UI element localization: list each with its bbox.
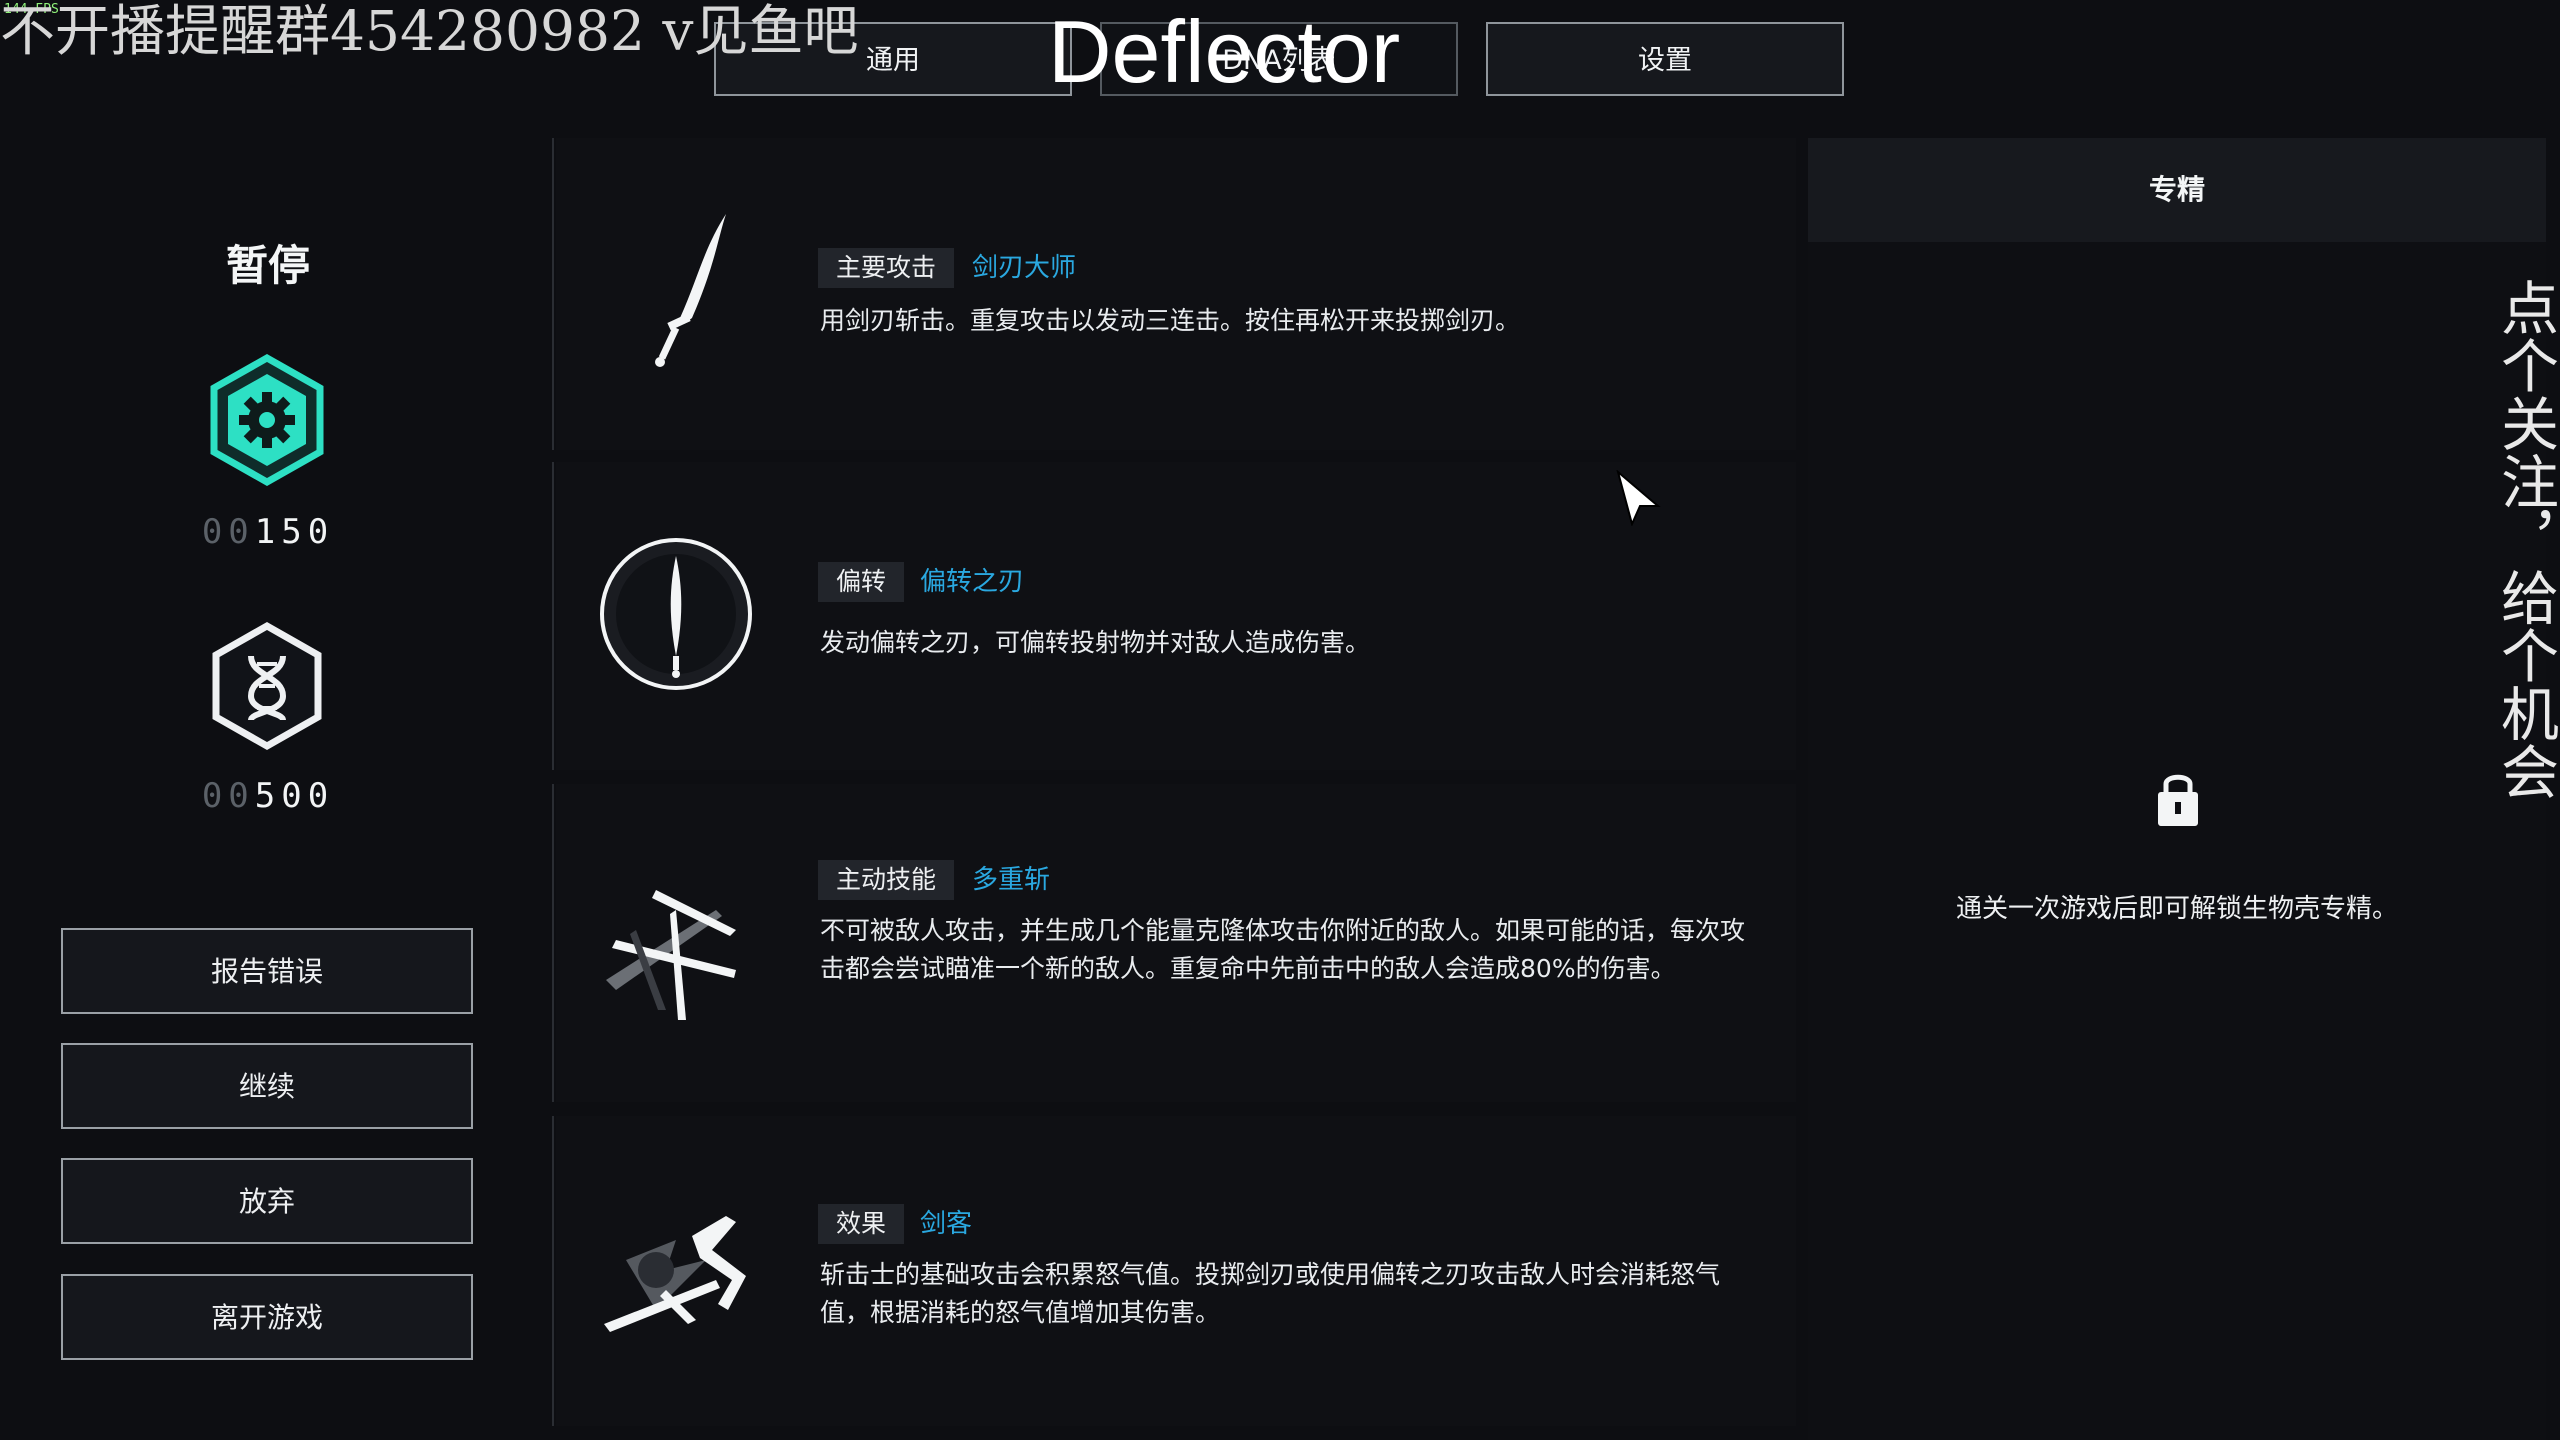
counter-padding: 00 [201, 776, 255, 816]
dna-currency-counter: 00500 [0, 776, 536, 816]
deflect-shield-icon [600, 538, 752, 690]
card-divider [552, 462, 554, 770]
ability-name: 偏转之刃 [920, 567, 1025, 597]
mastery-panel [1808, 242, 2546, 1440]
report-bug-button[interactable]: 报告错误 [61, 928, 473, 1014]
ability-card[interactable]: 主要攻击 剑刃大师 用剑刃斩击。重复攻击以发动三连击。按住再松开来投掷剑刃。 [556, 138, 1796, 450]
ability-card[interactable]: 偏转 偏转之刃 发动偏转之刃，可偏转投射物并对敌人造成伤害。 [556, 462, 1796, 770]
card-divider [552, 784, 554, 1102]
overlay-title: Deflector [1048, 2, 1401, 101]
ability-type-tag: 效果 [818, 1204, 905, 1244]
ability-card[interactable]: 主动技能 多重斩 不可被敌人攻击，并生成几个能量克隆体攻击你附近的敌人。如果可能… [556, 784, 1796, 1102]
blade-icon [655, 214, 726, 367]
gear-currency-counter: 00150 [0, 512, 536, 552]
ability-type-tag: 偏转 [818, 562, 905, 602]
dna-currency-icon [212, 621, 322, 751]
stream-vertical-note: 点个关注，给个机会 [2491, 278, 2559, 800]
counter-padding: 00 [201, 512, 255, 552]
quit-game-button[interactable]: 离开游戏 [61, 1274, 473, 1360]
card-divider [552, 1116, 554, 1426]
continue-button[interactable]: 继续 [61, 1043, 473, 1129]
lock-icon [2158, 774, 2198, 826]
ability-name: 剑客 [920, 1209, 973, 1239]
tab-settings[interactable]: 设置 [1486, 22, 1844, 96]
multi-slash-icon [606, 890, 736, 1020]
gear-currency-icon [210, 354, 324, 486]
mastery-unlock-hint: 通关一次游戏后即可解锁生物壳专精。 [1955, 894, 2398, 924]
mouse-cursor-icon [1616, 470, 1661, 526]
ability-type-tag: 主动技能 [818, 860, 955, 900]
abandon-button[interactable]: 放弃 [61, 1158, 473, 1244]
pause-screen: 144 FPS 通用 DNA列表 设置 不开播提醒群454280982 v见鱼吧… [0, 0, 2560, 1440]
dna-currency-value: 500 [254, 776, 335, 816]
paused-title: 暂停 [225, 241, 310, 290]
ability-name: 多重斩 [972, 865, 1051, 895]
gear-currency-value: 150 [254, 512, 335, 552]
pause-panel: 暂停 00150 00500 报告错误 继续 放弃 离开游戏 [0, 124, 540, 1440]
stream-overlay-text: 不开播提醒群454280982 v见鱼吧 [0, 0, 859, 63]
ability-description: 不可被敌人攻击，并生成几个能量克隆体攻击你附近的敌人。如果可能的话，每次攻击都会… [820, 916, 1746, 983]
ability-type-tag: 主要攻击 [818, 248, 955, 288]
ability-name: 剑刃大师 [972, 253, 1077, 283]
mastery-header: 专精 [1808, 138, 2546, 242]
ability-description: 斩击士的基础攻击会积累怒气值。投掷剑刃或使用偏转之刃攻击敌人时会消耗怒气值，根据… [820, 1260, 1721, 1327]
ability-card[interactable]: 效果 剑客 斩击士的基础攻击会积累怒气值。投掷剑刃或使用偏转之刃攻击敌人时会消耗… [556, 1116, 1796, 1426]
card-divider [552, 138, 554, 450]
swordsman-effect-icon [604, 1216, 746, 1332]
ability-description: 用剑刃斩击。重复攻击以发动三连击。按住再松开来投掷剑刃。 [820, 306, 1521, 335]
ability-description: 发动偏转之刃，可偏转投射物并对敌人造成伤害。 [820, 628, 1371, 657]
